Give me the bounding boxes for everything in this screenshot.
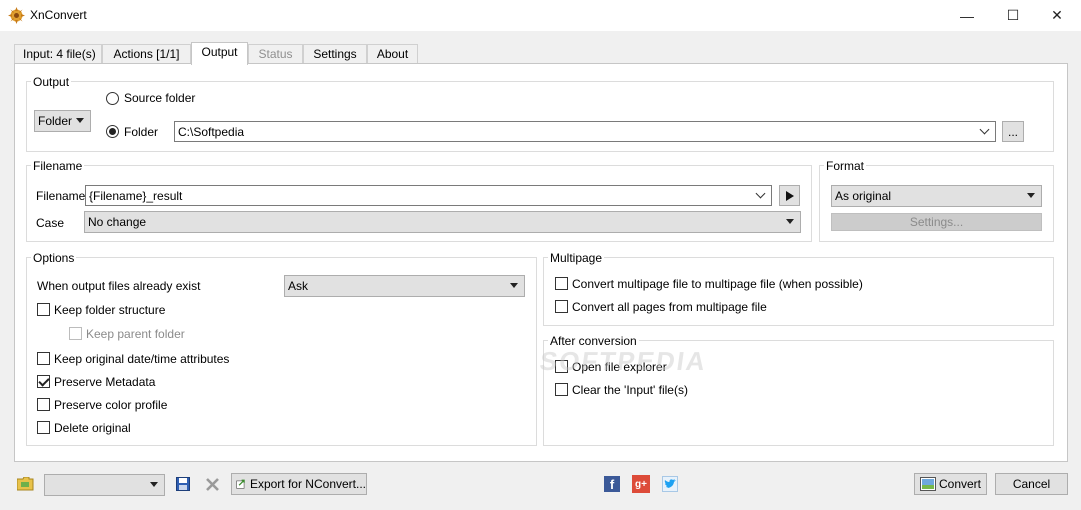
delete-original-checkbox[interactable] [37,421,50,434]
clear-input-checkbox[interactable] [555,383,568,396]
multipage-group-label: Multipage [548,251,605,265]
case-value: No change [88,215,147,229]
exist-behavior-label: When output files already exist [37,279,201,293]
facebook-icon: f [609,476,615,492]
folder-open-icon [16,477,33,491]
keep-folder-structure-label: Keep folder structure [54,303,166,317]
case-label: Case [36,216,65,230]
delete-original-label: Delete original [54,421,131,435]
maximize-button[interactable]: ☐ [990,0,1036,31]
google-plus-share-button[interactable]: g+ [632,475,650,493]
delete-preset-button[interactable] [203,475,221,493]
format-settings-button[interactable]: Settings... [831,213,1042,231]
play-arrow-icon [785,190,794,201]
preset-select[interactable] [44,474,165,496]
chevron-down-icon [979,124,990,135]
convert-all-pages-label: Convert all pages from multipage file [572,300,767,314]
preserve-metadata-checkbox[interactable] [37,375,50,388]
format-select[interactable]: As original [831,185,1042,207]
keep-date-attrs-label: Keep original date/time attributes [54,352,230,366]
cancel-button[interactable]: Cancel [995,473,1068,495]
filename-pattern-value: {Filename}_result [89,189,183,203]
keep-date-attrs-checkbox[interactable] [37,352,50,365]
maximize-icon: ☐ [1006,7,1020,23]
folder-path-value: C:\Softpedia [178,125,245,139]
format-value: As original [835,189,892,203]
tab-settings[interactable]: Settings [303,44,367,64]
google-plus-icon: g+ [635,478,647,490]
chevron-down-icon [755,188,766,199]
multipage-group [543,257,1054,326]
xnconvert-app-icon [8,7,25,24]
source-folder-label: Source folder [124,91,196,105]
export-icon [236,479,245,489]
tab-input[interactable]: Input: 4 file(s) [14,44,102,64]
source-folder-radio[interactable] [106,92,119,105]
tab-output[interactable]: Output [191,42,248,65]
folder-label: Folder [124,125,159,139]
exist-behavior-select[interactable]: Ask [284,275,525,297]
keep-folder-structure-checkbox[interactable] [37,303,50,316]
preserve-color-profile-checkbox[interactable] [37,398,50,411]
convert-icon [919,477,936,491]
output-type-select[interactable]: Folder [34,110,91,132]
softpedia-watermark: SOFTPEDIA [537,346,709,376]
twitter-share-button[interactable] [662,476,678,492]
keep-parent-folder-label: Keep parent folder [86,327,185,341]
convert-multipage-checkbox[interactable] [555,277,568,290]
case-select[interactable]: No change [84,211,801,233]
delete-icon [205,477,219,491]
save-icon [176,477,190,491]
folder-path-input[interactable]: C:\Softpedia [174,121,996,142]
tab-actions[interactable]: Actions [1/1] [102,44,191,64]
folder-radio[interactable] [106,125,119,138]
close-button[interactable]: ✕ [1034,0,1080,31]
output-group-label: Output [31,75,72,89]
title-bar [0,0,1081,31]
window-title: XnConvert [30,8,87,22]
dropdown-arrow-icon [786,219,794,224]
tab-status[interactable]: Status [248,44,303,64]
output-type-value: Folder [38,114,73,128]
tab-about[interactable]: About [367,44,418,64]
clear-input-label: Clear the 'Input' file(s) [572,383,688,397]
dropdown-arrow-icon [150,482,158,487]
export-nconvert-label: Export for NConvert... [249,477,366,491]
exist-behavior-value: Ask [288,279,309,293]
dropdown-arrow-icon [510,283,518,288]
keep-parent-folder-checkbox[interactable] [69,327,82,340]
close-icon: ✕ [1051,7,1063,23]
twitter-icon [664,479,676,488]
filename-label: Filename [36,189,86,203]
dropdown-arrow-icon [1027,193,1035,198]
preserve-color-profile-label: Preserve color profile [54,398,168,412]
save-preset-button[interactable] [174,475,192,493]
browse-folder-button[interactable]: ... [1002,121,1024,142]
filename-group-label: Filename [31,159,85,173]
convert-multipage-label: Convert multipage file to multipage file… [572,277,863,291]
minimize-icon: — [960,7,974,24]
dropdown-arrow-icon [76,118,84,123]
filename-insert-button[interactable] [779,185,800,206]
format-group-label: Format [824,159,867,173]
convert-button[interactable]: Convert [914,473,987,495]
options-group-label: Options [31,251,77,265]
facebook-share-button[interactable]: f [604,476,620,492]
filename-pattern-input[interactable]: {Filename}_result [85,185,772,206]
preserve-metadata-label: Preserve Metadata [54,375,156,389]
convert-label: Convert [938,477,982,491]
export-nconvert-button[interactable]: Export for NConvert... [231,473,367,495]
convert-all-pages-checkbox[interactable] [555,300,568,313]
open-preset-button[interactable] [16,475,34,493]
minimize-button[interactable]: — [944,0,990,31]
